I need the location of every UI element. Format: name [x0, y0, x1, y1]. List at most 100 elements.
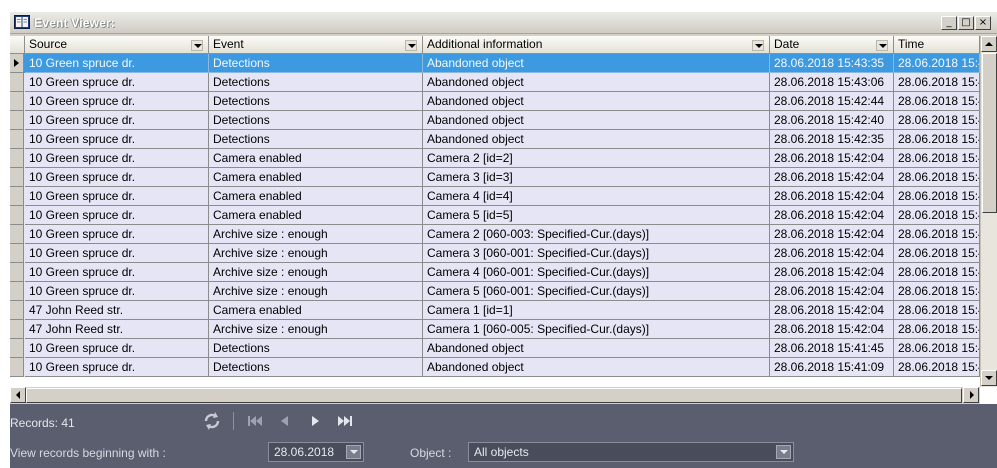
- cell-date[interactable]: 28.06.2018 15:43:06: [770, 73, 894, 92]
- cell-date[interactable]: 28.06.2018 15:43:35: [770, 54, 894, 73]
- cell-time[interactable]: 28.06.2018 15:4: [894, 282, 980, 301]
- previous-icon[interactable]: [273, 409, 297, 433]
- first-page-icon[interactable]: [243, 409, 267, 433]
- scroll-down-icon[interactable]: [981, 370, 997, 386]
- cell-event[interactable]: Camera enabled: [209, 187, 423, 206]
- table-row[interactable]: 47 John Reed str. Archive size : enough Ca…: [10, 320, 997, 339]
- row-header[interactable]: [10, 187, 24, 206]
- cell-date[interactable]: 28.06.2018 15:42:04: [770, 282, 894, 301]
- row-header[interactable]: [10, 225, 24, 244]
- row-header[interactable]: [10, 339, 24, 358]
- cell-info[interactable]: Abandoned object: [423, 92, 770, 111]
- cell-date[interactable]: 28.06.2018 15:42:40: [770, 111, 894, 130]
- cell-event[interactable]: Detections: [209, 130, 423, 149]
- horizontal-scroll-thumb[interactable]: [26, 388, 962, 403]
- row-header[interactable]: [10, 263, 24, 282]
- table-row[interactable]: 10 Green spruce dr. Archive size : enough…: [10, 244, 997, 263]
- table-row[interactable]: 47 John Reed str. Camera enabled Camera 1 …: [10, 301, 997, 320]
- table-row[interactable]: 10 Green spruce dr. Detections Abandoned o…: [10, 339, 997, 358]
- cell-time[interactable]: 28.06.2018 15:4: [894, 54, 980, 73]
- cell-source[interactable]: 10 Green spruce dr.: [25, 168, 209, 187]
- cell-source[interactable]: 10 Green spruce dr.: [25, 358, 209, 377]
- start-date-picker[interactable]: 28.06.2018: [268, 442, 364, 462]
- table-row[interactable]: 10 Green spruce dr. Camera enabled Camera …: [10, 187, 997, 206]
- table-row[interactable]: 10 Green spruce dr. Detections Abandoned o…: [10, 92, 997, 111]
- chevron-down-icon[interactable]: [776, 445, 791, 459]
- cell-date[interactable]: 28.06.2018 15:42:04: [770, 187, 894, 206]
- cell-event[interactable]: Archive size : enough: [209, 263, 423, 282]
- title-bar[interactable]: Event Viewer: _ □ ×: [10, 12, 997, 34]
- cell-info[interactable]: Camera 3 [id=3]: [423, 168, 770, 187]
- row-header[interactable]: [10, 301, 24, 320]
- object-select[interactable]: All objects: [468, 442, 794, 462]
- row-header[interactable]: [10, 206, 24, 225]
- row-header[interactable]: [10, 149, 24, 168]
- table-row[interactable]: 10 Green spruce dr. Archive size : enough…: [10, 263, 997, 282]
- cell-time[interactable]: 28.06.2018 15:4: [894, 168, 980, 187]
- cell-source[interactable]: 10 Green spruce dr.: [25, 225, 209, 244]
- cell-event[interactable]: Camera enabled: [209, 301, 423, 320]
- cell-source[interactable]: 10 Green spruce dr.: [25, 54, 209, 73]
- cell-info[interactable]: Camera 3 [060-001: Specified-Cur.(days)]: [423, 244, 770, 263]
- cell-date[interactable]: 28.06.2018 15:42:04: [770, 206, 894, 225]
- cell-event[interactable]: Detections: [209, 92, 423, 111]
- column-header-date[interactable]: Date: [770, 36, 894, 54]
- cell-date[interactable]: 28.06.2018 15:41:45: [770, 339, 894, 358]
- table-row[interactable]: 10 Green spruce dr. Camera enabled Camera …: [10, 206, 997, 225]
- cell-time[interactable]: 28.06.2018 15:4: [894, 73, 980, 92]
- horizontal-scrollbar[interactable]: [10, 387, 980, 404]
- maximize-button[interactable]: □: [958, 16, 974, 30]
- cell-date[interactable]: 28.06.2018 15:42:04: [770, 149, 894, 168]
- cell-source[interactable]: 10 Green spruce dr.: [25, 73, 209, 92]
- cell-event[interactable]: Archive size : enough: [209, 320, 423, 339]
- cell-source[interactable]: 10 Green spruce dr.: [25, 339, 209, 358]
- cell-event[interactable]: Camera enabled: [209, 206, 423, 225]
- cell-date[interactable]: 28.06.2018 15:42:04: [770, 244, 894, 263]
- cell-time[interactable]: 28.06.2018 15:4: [894, 320, 980, 339]
- cell-event[interactable]: Detections: [209, 339, 423, 358]
- chevron-down-icon[interactable]: [752, 40, 764, 51]
- current-row-indicator[interactable]: [10, 54, 24, 73]
- cell-source[interactable]: 10 Green spruce dr.: [25, 244, 209, 263]
- row-header[interactable]: [10, 244, 24, 263]
- chevron-down-icon[interactable]: [405, 40, 417, 51]
- minimize-button[interactable]: _: [941, 16, 957, 30]
- cell-time[interactable]: 28.06.2018 15:4: [894, 92, 980, 111]
- table-row[interactable]: 10 Green spruce dr. Detections Abandoned o…: [10, 73, 997, 92]
- cell-event[interactable]: Camera enabled: [209, 168, 423, 187]
- vertical-scrollbar[interactable]: [980, 36, 997, 387]
- table-row[interactable]: 10 Green spruce dr. Camera enabled Camera …: [10, 149, 997, 168]
- cell-info[interactable]: Abandoned object: [423, 54, 770, 73]
- close-button[interactable]: ×: [975, 16, 991, 30]
- row-header[interactable]: [10, 73, 24, 92]
- cell-source[interactable]: 10 Green spruce dr.: [25, 111, 209, 130]
- cell-event[interactable]: Camera enabled: [209, 149, 423, 168]
- cell-date[interactable]: 28.06.2018 15:41:09: [770, 358, 894, 377]
- cell-time[interactable]: 28.06.2018 15:4: [894, 263, 980, 282]
- cell-time[interactable]: 28.06.2018 15:4: [894, 111, 980, 130]
- cell-info[interactable]: Camera 2 [id=2]: [423, 149, 770, 168]
- cell-time[interactable]: 28.06.2018 15:4: [894, 358, 980, 377]
- cell-date[interactable]: 28.06.2018 15:42:35: [770, 130, 894, 149]
- cell-time[interactable]: 28.06.2018 15:4: [894, 244, 980, 263]
- scroll-right-icon[interactable]: [963, 387, 979, 403]
- chevron-down-icon[interactable]: [346, 445, 361, 459]
- cell-event[interactable]: Archive size : enough: [209, 244, 423, 263]
- cell-event[interactable]: Detections: [209, 54, 423, 73]
- last-page-icon[interactable]: [333, 409, 357, 433]
- cell-info[interactable]: Camera 5 [id=5]: [423, 206, 770, 225]
- row-header[interactable]: [10, 111, 24, 130]
- cell-date[interactable]: 28.06.2018 15:42:04: [770, 263, 894, 282]
- cell-info[interactable]: Camera 5 [060-001: Specified-Cur.(days)]: [423, 282, 770, 301]
- cell-source[interactable]: 47 John Reed str.: [25, 301, 209, 320]
- table-row[interactable]: 10 Green spruce dr. Camera enabled Camera …: [10, 168, 997, 187]
- row-header[interactable]: [10, 320, 24, 339]
- column-header-additional-information[interactable]: Additional information: [423, 36, 770, 54]
- cell-source[interactable]: 10 Green spruce dr.: [25, 92, 209, 111]
- table-row[interactable]: 10 Green spruce dr. Archive size : enough…: [10, 282, 997, 301]
- cell-source[interactable]: 10 Green spruce dr.: [25, 187, 209, 206]
- row-header[interactable]: [10, 282, 24, 301]
- cell-info[interactable]: Camera 1 [060-005: Specified-Cur.(days)]: [423, 320, 770, 339]
- cell-event[interactable]: Detections: [209, 358, 423, 377]
- chevron-down-icon[interactable]: [191, 40, 203, 51]
